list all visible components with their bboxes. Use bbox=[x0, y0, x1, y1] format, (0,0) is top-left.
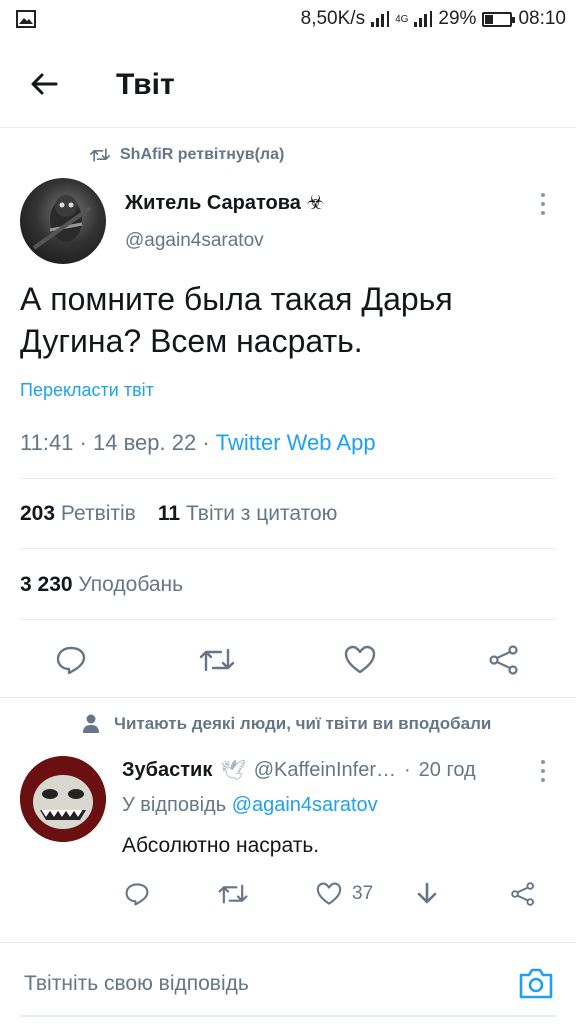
reply-actions: 37 bbox=[0, 878, 576, 910]
image-notification-icon bbox=[16, 10, 36, 33]
network-speed: 8,50K/s bbox=[300, 8, 366, 29]
retweeted-by-label: ShAfiR ретвітнув(ла) bbox=[120, 146, 285, 163]
reply-icon bbox=[125, 883, 149, 906]
retweets-link[interactable]: 203 Ретвітів bbox=[20, 502, 136, 526]
network-type: 4G bbox=[395, 13, 409, 25]
reply-author-name: Зубастик bbox=[122, 759, 213, 781]
biohazard-icon: ☣ bbox=[306, 192, 325, 214]
signal-4g-icon bbox=[414, 11, 433, 27]
translate-link[interactable]: Перекласти твіт bbox=[20, 380, 154, 401]
tweet-actions bbox=[0, 640, 576, 680]
arrow-left-icon bbox=[31, 73, 58, 95]
reply-input-placeholder[interactable]: Твітніть свою відповідь bbox=[24, 972, 249, 996]
author-handle[interactable]: @again4saratov bbox=[125, 230, 264, 252]
tweet-date: 14 вер. 22 bbox=[93, 430, 197, 455]
reply-like-count: 37 bbox=[352, 883, 374, 904]
owl-avatar-image bbox=[32, 195, 92, 250]
heart-icon bbox=[316, 882, 342, 905]
replying-to-handle[interactable]: @again4saratov bbox=[232, 794, 378, 816]
reply-context: Читають деякі люди, чиї твіти ви вподоба… bbox=[82, 714, 491, 734]
author-avatar[interactable] bbox=[20, 178, 106, 264]
monster-avatar-image bbox=[20, 756, 106, 842]
arrow-down-icon bbox=[417, 882, 437, 904]
reply-like-button[interactable]: 37 bbox=[316, 878, 373, 910]
reply-author-avatar[interactable] bbox=[20, 756, 106, 842]
share-button[interactable] bbox=[484, 640, 524, 680]
reply-context-label: Читають деякі люди, чиї твіти ви вподоба… bbox=[114, 714, 492, 733]
reply-icon bbox=[56, 646, 86, 675]
battery-icon bbox=[482, 11, 516, 27]
retweet-stats: 203 Ретвітів 11 Твіти з цитатою bbox=[20, 502, 337, 526]
battery-percent: 29% bbox=[438, 8, 477, 29]
share-icon bbox=[511, 882, 534, 906]
camera-button[interactable] bbox=[518, 966, 554, 1000]
reply-button[interactable] bbox=[51, 640, 91, 680]
quotes-link[interactable]: 11 Твіти з цитатою bbox=[158, 502, 338, 526]
heart-icon bbox=[344, 645, 376, 674]
reply-composer[interactable]: Твітніть свою відповідь bbox=[20, 960, 556, 1010]
composer-divider bbox=[0, 942, 576, 943]
likes-link[interactable]: 3 230 Уподобань bbox=[20, 573, 183, 597]
share-icon bbox=[489, 645, 518, 675]
reply-text: Абсолютно насрать. bbox=[122, 834, 320, 857]
tweet-meta: 11:41 · 14 вер. 22 · Twitter Web App bbox=[20, 430, 376, 455]
status-bar: 8,50K/s 4G 29% 08:10 bbox=[0, 0, 576, 40]
signal-icon bbox=[371, 11, 390, 27]
tweet-text: А помните была такая Дарья Дугина? Всем … bbox=[20, 281, 453, 359]
divider bbox=[20, 548, 556, 549]
retweet-icon bbox=[90, 148, 110, 162]
composer-underline bbox=[20, 1015, 556, 1017]
section-divider bbox=[0, 697, 576, 698]
person-icon bbox=[83, 714, 99, 733]
reply-more-options-button[interactable] bbox=[535, 758, 551, 784]
divider bbox=[20, 619, 556, 620]
tweet-time: 11:41 bbox=[20, 430, 74, 455]
reply-author-handle: @KaffeinInfer… bbox=[253, 759, 396, 781]
reply-retweet-button[interactable] bbox=[218, 878, 248, 910]
page-title: Твіт bbox=[116, 68, 175, 101]
retweet-icon bbox=[218, 884, 248, 904]
like-button[interactable] bbox=[340, 640, 380, 680]
tweet-source-link[interactable]: Twitter Web App bbox=[216, 430, 376, 455]
clock: 08:10 bbox=[518, 8, 566, 29]
more-options-button[interactable] bbox=[535, 190, 551, 218]
retweet-icon bbox=[199, 648, 235, 672]
like-stats: 3 230 Уподобань bbox=[20, 573, 183, 597]
reply-time: 20 год bbox=[418, 759, 476, 781]
divider bbox=[20, 478, 556, 479]
reply-reply-button[interactable] bbox=[124, 878, 150, 910]
retweet-button[interactable] bbox=[197, 640, 237, 680]
reply-downvote-button[interactable] bbox=[414, 878, 440, 910]
back-button[interactable] bbox=[22, 62, 66, 106]
reply-header[interactable]: Зубастик 🕊 @KaffeinInfer… · 20 год bbox=[122, 758, 522, 783]
retweeted-by[interactable]: ShAfiR ретвітнув(ла) bbox=[90, 146, 284, 164]
reply-share-button[interactable] bbox=[510, 878, 536, 910]
dove-icon: 🕊 bbox=[220, 760, 246, 782]
camera-icon bbox=[519, 968, 553, 999]
top-bar: Твіт bbox=[0, 40, 576, 128]
author-name[interactable]: Житель Саратова ☣ bbox=[125, 190, 324, 215]
replying-to: У відповідь @again4saratov bbox=[122, 794, 378, 816]
